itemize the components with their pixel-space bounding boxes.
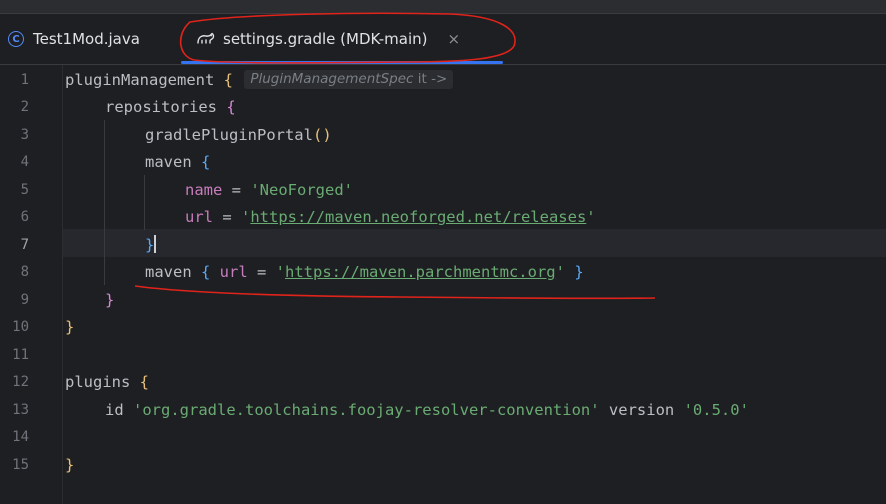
tab-settings-gradle[interactable]: settings.gradle (MDK-main) × [196,14,460,64]
code-line-6: url = 'https://maven.neoforged.net/relea… [185,208,596,226]
line-number: 14 [12,429,29,445]
code-line-15: } [65,455,75,474]
line-number: 5 [20,181,29,198]
editor-tab-bar: C Test1Mod.java settings.gradle (MDK-mai… [0,14,886,65]
line-number: 12 [12,374,29,390]
line-number: 8 [20,264,29,280]
toolbar-strip [0,0,886,14]
close-icon[interactable]: × [448,30,461,48]
code-line-8: maven { url = 'https://maven.parchmentmc… [145,263,584,281]
current-line-highlight [63,229,886,257]
url-link[interactable]: https://maven.neoforged.net/releases [250,208,586,226]
code-editor[interactable]: pluginManagement { PluginManagementSpec … [63,65,886,504]
code-line-12: plugins { [65,373,149,391]
line-number: 1 [20,71,29,88]
line-number: 2 [20,99,29,115]
line-number: 15 [12,456,29,473]
tab-test1mod-java[interactable]: C Test1Mod.java [8,14,140,64]
code-line-3: gradlePluginPortal() [145,125,332,144]
indent-guide [104,120,105,285]
inlay-type-hint: PluginManagementSpec it -> [244,69,454,89]
code-line-5: name = 'NeoForged' [185,180,353,199]
line-number: 7 [20,236,29,253]
code-line-13: id 'org.gradle.toolchains.foojay-resolve… [105,400,749,419]
class-icon: C [8,31,24,47]
url-link[interactable]: https://maven.parchmentmc.org [285,263,556,281]
code-line-7: } [145,234,157,254]
line-number: 11 [12,346,29,363]
tab-label: settings.gradle (MDK-main) [223,30,428,48]
line-number: 6 [20,209,29,225]
gradle-elephant-icon [196,31,216,47]
ide-window: C Test1Mod.java settings.gradle (MDK-mai… [0,0,886,504]
line-number: 13 [12,401,29,418]
code-line-1: pluginManagement { PluginManagementSpec … [65,67,454,95]
code-line-4: maven { [145,153,211,171]
code-line-2: repositories { [105,98,236,116]
active-tab-indicator [181,61,503,64]
code-line-9: } [105,290,115,309]
code-line-10: } [65,318,75,336]
line-number-gutter: 1 2 3 4 5 6 7 8 9 10 11 12 13 14 15 [0,65,63,504]
line-number: 3 [20,126,29,143]
tab-label: Test1Mod.java [33,30,140,48]
line-number: 10 [12,319,29,335]
line-number: 9 [20,291,29,308]
indent-guide [144,175,145,230]
text-caret [154,234,157,253]
line-number: 4 [20,154,29,170]
